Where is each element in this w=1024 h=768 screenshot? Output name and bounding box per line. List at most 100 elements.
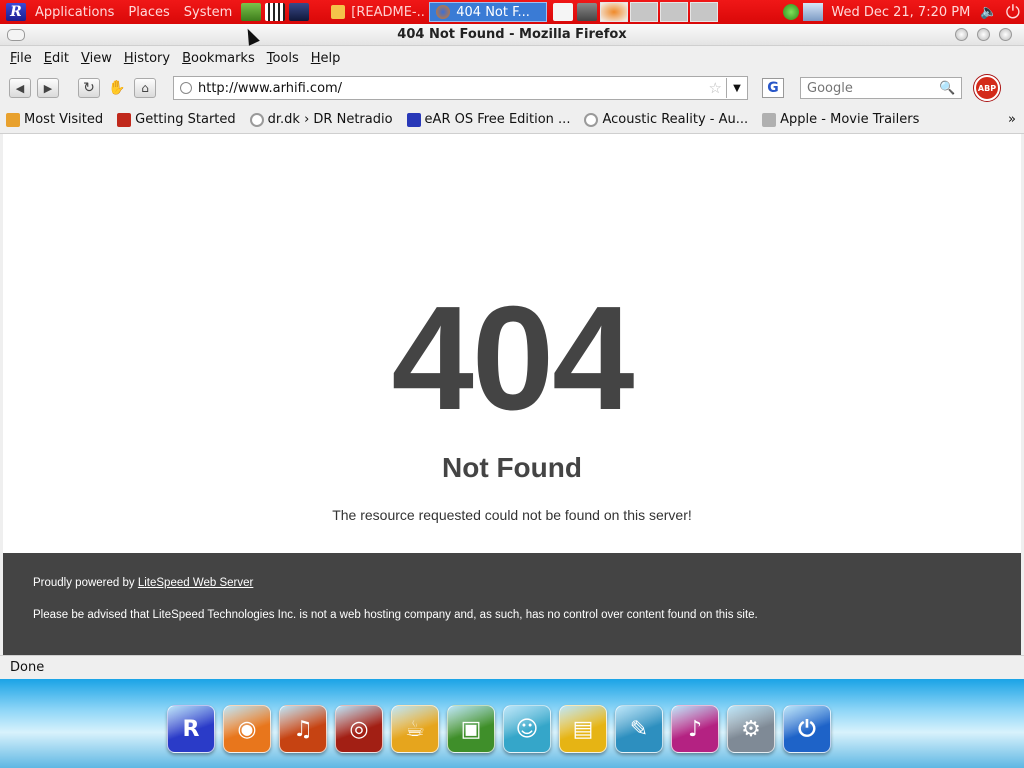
bookmark-label: Apple - Movie Trailers: [780, 112, 920, 127]
menu-help[interactable]: Help: [305, 51, 347, 66]
menu-bookmarks[interactable]: Bookmarks: [176, 51, 261, 66]
back-arrow-icon: ◀: [15, 81, 25, 95]
bookmark-item[interactable]: Acoustic Reality - Au...: [584, 112, 748, 127]
ear-logo-icon[interactable]: R: [167, 705, 215, 753]
menubar: File Edit View History Bookmarks Tools H…: [0, 46, 1024, 70]
site-identity-icon[interactable]: [180, 82, 192, 94]
apple-icon: [762, 112, 777, 127]
window-titlebar[interactable]: 404 Not Found - Mozilla Firefox: [0, 24, 1024, 46]
bookmark-star-icon[interactable]: ☆: [709, 79, 722, 97]
trash-icon[interactable]: [577, 3, 598, 21]
minimize-button[interactable]: [955, 28, 968, 41]
workspace-4[interactable]: [690, 2, 719, 22]
dock: R ◉ ♫ ◎ ☕ ▣ ☺ ▤ ✎ ♪ ⚙ ⏻: [167, 705, 839, 755]
error-description: The resource requested could not be foun…: [332, 507, 692, 523]
forward-button[interactable]: ▶: [37, 78, 59, 98]
url-bar[interactable]: http://www.arhifi.com/ ☆ ▼: [173, 76, 748, 100]
bookmarks-overflow-chevron-icon[interactable]: »: [1008, 112, 1016, 127]
stop-hand-icon: ✋: [108, 80, 126, 96]
settings-icon[interactable]: ⚙: [727, 705, 775, 753]
home-button[interactable]: ⌂: [134, 78, 156, 98]
page-footer: Proudly powered by LiteSpeed Web Server …: [3, 553, 1021, 655]
panel-menu-places[interactable]: Places: [121, 5, 176, 20]
search-engine-google-icon[interactable]: G: [762, 78, 784, 98]
home-icon: ⌂: [141, 81, 149, 95]
bookmark-item[interactable]: Most Visited: [6, 112, 103, 127]
distro-logo-icon[interactable]: R: [6, 3, 26, 21]
adblock-plus-icon[interactable]: ABP: [974, 75, 1000, 101]
reload-icon: ↻: [83, 80, 95, 96]
task-readme[interactable]: [README-...: [325, 2, 425, 22]
music-icon[interactable]: ♪: [671, 705, 719, 753]
workspace-1[interactable]: [600, 2, 629, 22]
panel-menu-system[interactable]: System: [177, 5, 239, 20]
volume-icon[interactable]: 🔈: [980, 4, 997, 20]
ear-logo-icon: [406, 112, 421, 127]
footer-notice: Please be advised that LiteSpeed Technol…: [33, 609, 758, 621]
text-editor-icon: [331, 5, 346, 19]
globe-icon: [249, 112, 264, 127]
bookmark-label: Getting Started: [135, 112, 236, 127]
workspace-2[interactable]: [630, 2, 659, 22]
bookmark-label: eAR OS Free Edition ...: [424, 112, 571, 127]
media-player-icon[interactable]: ◎: [335, 705, 383, 753]
task-firefox[interactable]: 404 Not F...: [429, 2, 548, 22]
error-code: 404: [391, 276, 635, 441]
back-button[interactable]: ◀: [9, 78, 31, 98]
close-button[interactable]: [999, 28, 1012, 41]
network-icon[interactable]: [803, 3, 824, 21]
error-title: Not Found: [442, 452, 582, 483]
search-icon[interactable]: 🔍: [939, 81, 955, 96]
bookmark-item[interactable]: Getting Started: [117, 112, 236, 127]
bookmark-item[interactable]: Apple - Movie Trailers: [762, 112, 919, 127]
monitor-launcher-icon[interactable]: [241, 3, 262, 21]
bookmark-item[interactable]: dr.dk › DR Netradio: [249, 112, 393, 127]
bookmark-label: Acoustic Reality - Au...: [602, 112, 749, 127]
guitar-icon[interactable]: ♫: [279, 705, 327, 753]
menu-edit[interactable]: Edit: [38, 51, 75, 66]
menu-tools[interactable]: Tools: [261, 51, 305, 66]
bookmark-label: Most Visited: [24, 112, 104, 127]
url-history-dropdown[interactable]: ▼: [726, 78, 747, 98]
bookmark-item[interactable]: eAR OS Free Edition ...: [406, 112, 571, 127]
menu-view[interactable]: View: [75, 51, 118, 66]
litespeed-link[interactable]: LiteSpeed Web Server: [138, 577, 254, 589]
maximize-button[interactable]: [977, 28, 990, 41]
globe-icon: [584, 112, 599, 127]
image-viewer-icon[interactable]: ▣: [447, 705, 495, 753]
forward-arrow-icon: ▶: [43, 81, 53, 95]
shutdown-icon[interactable]: ⏻: [1006, 2, 1020, 23]
menu-file[interactable]: File: [4, 51, 38, 66]
stop-button[interactable]: ✋: [106, 78, 128, 98]
navigation-toolbar: ◀ ▶ ↻ ✋ ⌂ http://www.arhifi.com/ ☆ ▼ G 🔍…: [0, 70, 1024, 106]
url-text[interactable]: http://www.arhifi.com/: [198, 81, 709, 96]
task-firefox-label: 404 Not F...: [456, 4, 530, 20]
bookmark-label: dr.dk › DR Netradio: [267, 112, 393, 127]
folder-icon: [6, 112, 20, 127]
notes-icon[interactable]: [553, 3, 574, 21]
top-panel: R Applications Places System [README-...…: [0, 0, 1024, 24]
panel-menu-applications[interactable]: Applications: [28, 5, 121, 20]
reload-button[interactable]: ↻: [78, 78, 100, 98]
footer-prefix: Proudly powered by: [33, 577, 138, 589]
clock[interactable]: Wed Dec 21, 7:20 PM: [825, 5, 976, 20]
text-editor-icon[interactable]: ✎: [615, 705, 663, 753]
files-icon[interactable]: ▤: [559, 705, 607, 753]
coffee-icon[interactable]: ☕: [391, 705, 439, 753]
messenger-icon[interactable]: ☺: [503, 705, 551, 753]
menu-history[interactable]: History: [118, 51, 176, 66]
status-text: Done: [10, 660, 45, 675]
search-box[interactable]: 🔍: [800, 77, 962, 99]
search-input[interactable]: [805, 79, 939, 97]
footer-powered-by: Proudly powered by LiteSpeed Web Server: [33, 577, 253, 589]
status-bar: Done: [0, 655, 1024, 679]
task-readme-label: [README-...: [351, 4, 426, 20]
firefox-icon[interactable]: ◉: [223, 705, 271, 753]
power-icon[interactable]: ⏻: [783, 705, 831, 753]
workspace-3[interactable]: [660, 2, 689, 22]
audio-launcher-icon[interactable]: [289, 3, 310, 21]
update-notifier-icon[interactable]: [783, 4, 800, 20]
firefox-icon: [117, 112, 132, 127]
window-menu-icon[interactable]: [7, 29, 25, 41]
piano-launcher-icon[interactable]: [265, 3, 286, 21]
